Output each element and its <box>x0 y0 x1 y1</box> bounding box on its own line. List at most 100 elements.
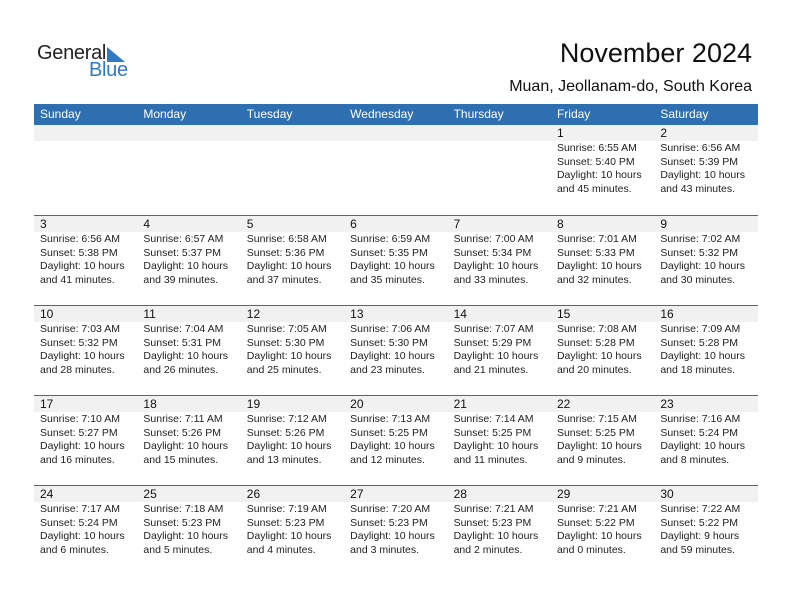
logo: General Blue <box>37 42 137 82</box>
day-cell-info: Sunrise: 7:09 AM Sunset: 5:28 PM Daylight:… <box>654 322 757 377</box>
day-info-row: Sunrise: 7:10 AM Sunset: 5:27 PM Daylight:… <box>34 412 758 467</box>
day-number: 15 <box>556 307 571 321</box>
day-cell-info: Sunrise: 7:19 AM Sunset: 5:23 PM Daylight:… <box>241 502 344 557</box>
day-cell-info: Sunrise: 7:05 AM Sunset: 5:30 PM Daylight:… <box>241 322 344 377</box>
daylight-text: Daylight: 10 hours and 25 minutes. <box>246 350 332 376</box>
sunset-text: Sunset: 5:38 PM <box>40 246 118 259</box>
sunset-text: Sunset: 5:28 PM <box>556 336 635 349</box>
daylight-text: Daylight: 10 hours and 2 minutes. <box>453 530 539 556</box>
day-info-row: Sunrise: 6:55 AM Sunset: 5:40 PM Daylight:… <box>34 141 758 196</box>
page-title: November 2024 <box>559 38 752 68</box>
day-number: 14 <box>453 307 467 321</box>
sunset-text: Sunset: 5:26 PM <box>246 426 325 439</box>
daylight-text: Daylight: 10 hours and 21 minutes. <box>453 350 539 376</box>
day-cell-info: Sunrise: 7:03 AM Sunset: 5:32 PM Daylight:… <box>34 322 137 377</box>
calendar-week-row: 24 25 26 27 28 29 30 Sunrise: 7:17 AM Sunset: 5:… <box>34 485 758 575</box>
day-cell-info: Sunrise: 7:22 AM Sunset: 5:22 PM Daylight:… <box>654 502 757 557</box>
sunset-text: Sunset: 5:26 PM <box>143 426 222 439</box>
day-number: 5 <box>246 217 254 231</box>
sunrise-text: Sunrise: 6:56 AM <box>660 142 741 154</box>
daylight-text: Daylight: 10 hours and 33 minutes. <box>453 260 539 286</box>
daylight-text: Daylight: 10 hours and 20 minutes. <box>556 350 642 376</box>
day-cell-info: Sunrise: 7:00 AM Sunset: 5:34 PM Daylight:… <box>448 232 551 287</box>
daylight-text: Daylight: 10 hours and 39 minutes. <box>143 260 229 286</box>
sunrise-text: Sunrise: 7:20 AM <box>350 503 431 515</box>
weekday-saturday: Saturday <box>660 107 709 121</box>
sunset-text: Sunset: 5:30 PM <box>246 336 325 349</box>
day-number: 30 <box>660 487 674 501</box>
daylight-text: Daylight: 10 hours and 4 minutes. <box>246 530 332 556</box>
day-number: 20 <box>350 397 364 411</box>
weekday-tuesday: Tuesday <box>246 107 293 121</box>
sunrise-text: Sunrise: 7:18 AM <box>143 503 224 515</box>
daylight-text: Daylight: 10 hours and 41 minutes. <box>40 260 125 286</box>
weekday-sunday: Sunday <box>40 107 81 121</box>
sunset-text: Sunset: 5:34 PM <box>453 246 532 259</box>
daylight-text: Daylight: 10 hours and 28 minutes. <box>40 350 125 376</box>
sunset-text: Sunset: 5:32 PM <box>660 246 738 259</box>
calendar-grid: Sunday Monday Tuesday Wednesday Thursday… <box>34 104 758 575</box>
sunrise-text: Sunrise: 6:55 AM <box>556 142 637 154</box>
logo-text-blue: Blue <box>89 59 128 81</box>
day-cell-info: Sunrise: 7:15 AM Sunset: 5:25 PM Daylight:… <box>551 412 654 467</box>
day-number-row: 12 <box>34 125 758 141</box>
day-number: 25 <box>143 487 157 501</box>
day-cell-info: Sunrise: 7:08 AM Sunset: 5:28 PM Daylight:… <box>551 322 654 377</box>
sunrise-text: Sunrise: 7:10 AM <box>40 413 120 425</box>
sunrise-text: Sunrise: 7:09 AM <box>660 323 741 335</box>
sunrise-text: Sunrise: 7:03 AM <box>40 323 120 335</box>
day-cell-info: Sunrise: 6:57 AM Sunset: 5:37 PM Daylight:… <box>137 232 240 287</box>
sunrise-text: Sunrise: 7:08 AM <box>556 323 637 335</box>
sunrise-text: Sunrise: 7:21 AM <box>453 503 534 515</box>
sunrise-text: Sunrise: 7:21 AM <box>556 503 637 515</box>
day-cell-info: Sunrise: 7:13 AM Sunset: 5:25 PM Daylight:… <box>344 412 447 467</box>
day-cell-info <box>34 141 137 196</box>
day-cell-info: Sunrise: 7:16 AM Sunset: 5:24 PM Daylight:… <box>654 412 757 467</box>
sunset-text: Sunset: 5:22 PM <box>556 516 635 529</box>
sunrise-text: Sunrise: 7:13 AM <box>350 413 431 425</box>
day-number: 1 <box>556 126 564 140</box>
day-number: 4 <box>143 217 151 231</box>
sunset-text: Sunset: 5:22 PM <box>660 516 738 529</box>
daylight-text: Daylight: 10 hours and 23 minutes. <box>350 350 435 376</box>
day-info-row: Sunrise: 6:56 AM Sunset: 5:38 PM Daylight:… <box>34 232 758 287</box>
sunrise-text: Sunrise: 7:00 AM <box>453 233 534 245</box>
sunset-text: Sunset: 5:25 PM <box>350 426 428 439</box>
day-number: 26 <box>246 487 261 501</box>
sunset-text: Sunset: 5:27 PM <box>40 426 118 439</box>
weekday-wednesday: Wednesday <box>350 107 414 121</box>
day-number-row: 3 4 5 6 7 8 9 <box>34 216 758 232</box>
day-number <box>344 125 447 141</box>
day-info-row: Sunrise: 7:17 AM Sunset: 5:24 PM Daylight:… <box>34 502 758 557</box>
calendar-week-row: 17 18 19 20 21 22 23 Sunrise: 7:10 AM Sunset: 5:… <box>34 395 758 485</box>
sunrise-text: Sunrise: 7:06 AM <box>350 323 431 335</box>
sunset-text: Sunset: 5:23 PM <box>350 516 428 529</box>
day-number: 24 <box>40 487 54 501</box>
day-cell-info <box>241 141 344 196</box>
sunset-text: Sunset: 5:23 PM <box>246 516 325 529</box>
daylight-text: Daylight: 9 hours and 59 minutes. <box>660 530 740 556</box>
day-number <box>137 125 240 141</box>
day-number: 12 <box>246 307 261 321</box>
day-cell-info: Sunrise: 6:56 AM Sunset: 5:38 PM Daylight:… <box>34 232 137 287</box>
sunrise-text: Sunrise: 7:15 AM <box>556 413 637 425</box>
day-cell-info: Sunrise: 7:01 AM Sunset: 5:33 PM Daylight:… <box>551 232 654 287</box>
daylight-text: Daylight: 10 hours and 35 minutes. <box>350 260 435 286</box>
day-cell-info: Sunrise: 7:20 AM Sunset: 5:23 PM Daylight:… <box>344 502 447 557</box>
day-cell-info: Sunrise: 7:17 AM Sunset: 5:24 PM Daylight:… <box>34 502 137 557</box>
day-cell-info: Sunrise: 7:18 AM Sunset: 5:23 PM Daylight:… <box>137 502 240 557</box>
sunrise-text: Sunrise: 7:19 AM <box>246 503 327 515</box>
sunset-text: Sunset: 5:37 PM <box>143 246 222 259</box>
daylight-text: Daylight: 10 hours and 11 minutes. <box>453 440 539 466</box>
day-number: 2 <box>660 126 668 140</box>
sunset-text: Sunset: 5:23 PM <box>453 516 532 529</box>
day-number <box>34 125 137 141</box>
day-number: 17 <box>40 397 54 411</box>
daylight-text: Daylight: 10 hours and 26 minutes. <box>143 350 229 376</box>
day-number: 3 <box>40 217 47 231</box>
day-cell-info <box>448 141 551 196</box>
daylight-text: Daylight: 10 hours and 30 minutes. <box>660 260 745 286</box>
daylight-text: Daylight: 10 hours and 18 minutes. <box>660 350 745 376</box>
day-number: 23 <box>660 397 674 411</box>
daylight-text: Daylight: 10 hours and 0 minutes. <box>556 530 642 556</box>
